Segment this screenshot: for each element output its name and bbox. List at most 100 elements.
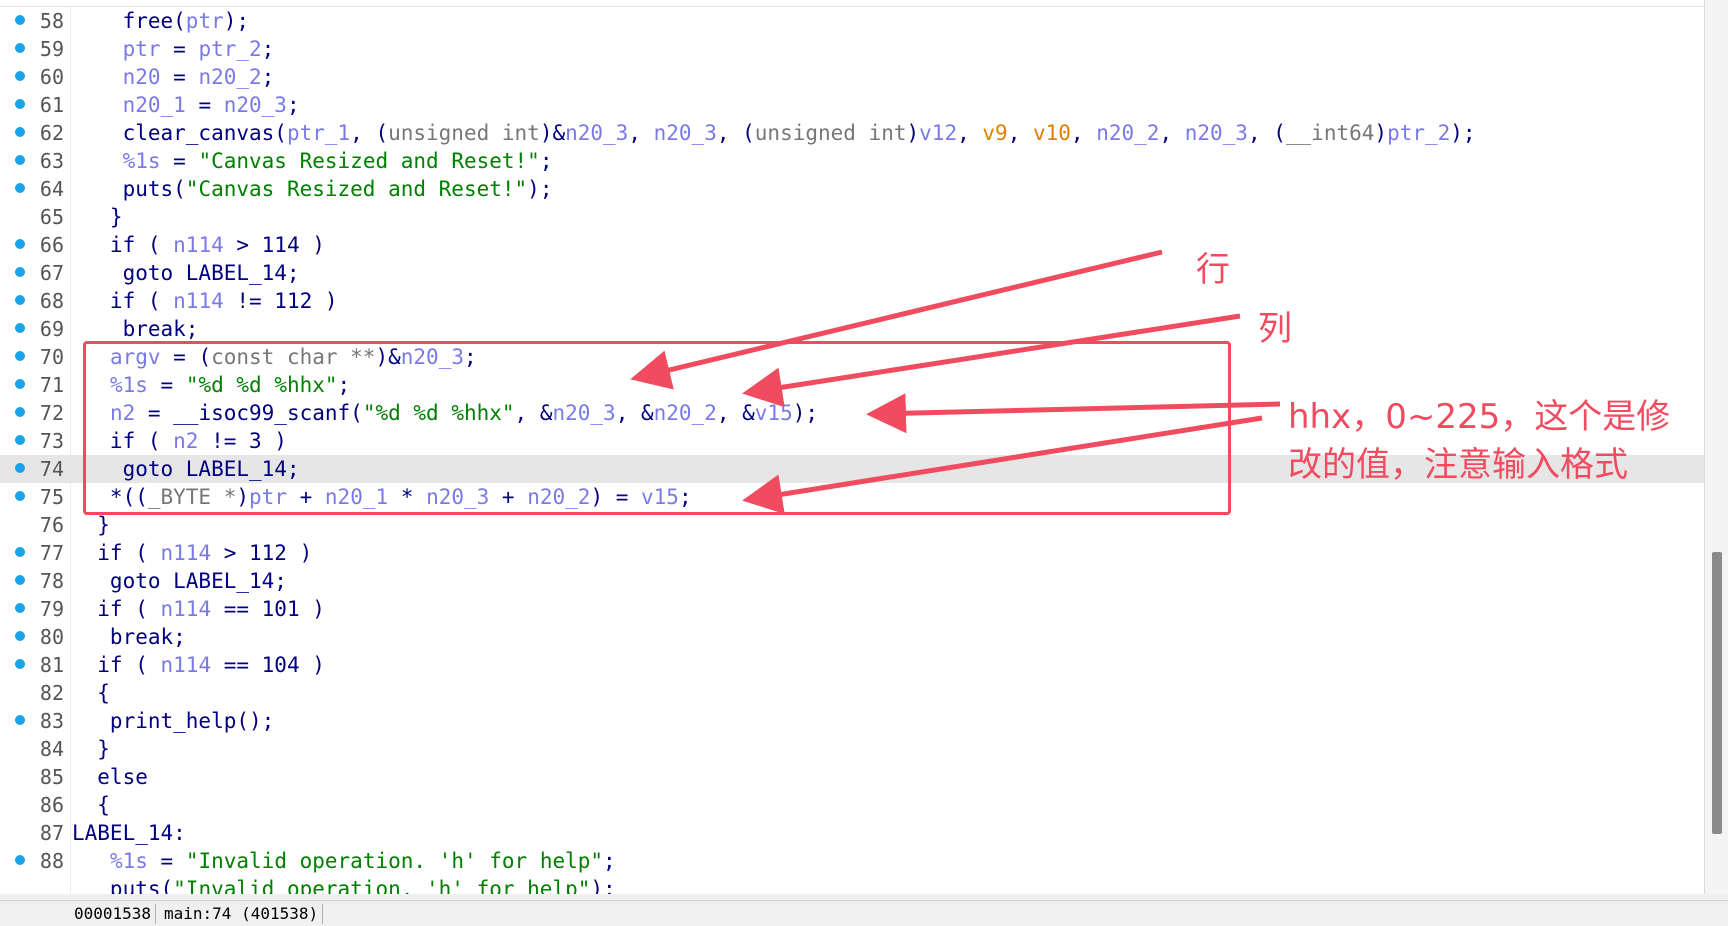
- code-text[interactable]: else: [72, 763, 148, 791]
- code-line[interactable]: 65 }: [0, 203, 1704, 231]
- code-text[interactable]: }: [72, 511, 110, 539]
- breakpoint-dot-icon[interactable]: [15, 407, 25, 417]
- code-line[interactable]: 81 if ( n114 == 104 ): [0, 651, 1704, 679]
- code-line[interactable]: 69 break;: [0, 315, 1704, 343]
- code-text[interactable]: clear_canvas(ptr_1, (unsigned int)&n20_3…: [72, 119, 1476, 147]
- code-token: else: [72, 765, 148, 789]
- code-text[interactable]: goto LABEL_14;: [72, 259, 300, 287]
- breakpoint-dot-icon[interactable]: [15, 295, 25, 305]
- code-line[interactable]: 85 else: [0, 763, 1704, 791]
- breakpoint-dot-icon[interactable]: [15, 267, 25, 277]
- code-line[interactable]: 82 {: [0, 679, 1704, 707]
- code-text[interactable]: }: [72, 735, 110, 763]
- code-token: {: [72, 681, 110, 705]
- breakpoint-dot-icon[interactable]: [15, 855, 25, 865]
- line-number: 82: [39, 681, 64, 705]
- code-token: %1s: [122, 149, 161, 173]
- code-text[interactable]: }: [72, 203, 123, 231]
- breakpoint-dot-icon[interactable]: [15, 239, 25, 249]
- line-number: 80: [39, 625, 64, 649]
- code-token: }: [72, 513, 110, 537]
- breakpoint-dot-icon[interactable]: [15, 71, 25, 81]
- breakpoint-dot-icon[interactable]: [15, 631, 25, 641]
- code-line[interactable]: 83 print_help();: [0, 707, 1704, 735]
- code-text[interactable]: {: [72, 679, 110, 707]
- code-line[interactable]: 67 goto LABEL_14;: [0, 259, 1704, 287]
- code-text[interactable]: puts("Canvas Resized and Reset!");: [72, 175, 553, 203]
- breakpoint-dot-icon[interactable]: [15, 15, 25, 25]
- code-line[interactable]: 63 %1s = "Canvas Resized and Reset!";: [0, 147, 1704, 175]
- breakpoint-dot-icon[interactable]: [15, 491, 25, 501]
- breakpoint-dot-icon[interactable]: [15, 99, 25, 109]
- code-token: n20: [122, 65, 161, 89]
- code-token: ptr: [185, 9, 224, 33]
- breakpoint-dot-icon[interactable]: [15, 351, 25, 361]
- breakpoint-dot-icon[interactable]: [15, 659, 25, 669]
- code-text[interactable]: n20 = n20_2;: [72, 63, 275, 91]
- code-text[interactable]: print_help();: [72, 707, 274, 735]
- code-token: ,: [1007, 121, 1033, 145]
- line-number: 72: [39, 401, 64, 425]
- code-line[interactable]: 88 %1s = "Invalid operation. 'h' for hel…: [0, 847, 1704, 875]
- code-token: =: [160, 37, 199, 61]
- code-text[interactable]: free(ptr);: [72, 7, 249, 35]
- code-line[interactable]: 84 }: [0, 735, 1704, 763]
- code-token: n20_3: [223, 93, 287, 117]
- breakpoint-dot-icon[interactable]: [15, 155, 25, 165]
- code-line[interactable]: 61 n20_1 = n20_3;: [0, 91, 1704, 119]
- breakpoint-dot-icon[interactable]: [15, 575, 25, 585]
- code-line[interactable]: 77 if ( n114 > 112 ): [0, 539, 1704, 567]
- code-line[interactable]: 62 clear_canvas(ptr_1, (unsigned int)&n2…: [0, 119, 1704, 147]
- code-line[interactable]: 79 if ( n114 == 101 ): [0, 595, 1704, 623]
- code-line[interactable]: 58 free(ptr);: [0, 7, 1704, 35]
- breakpoint-dot-icon[interactable]: [15, 127, 25, 137]
- code-text[interactable]: break;: [72, 315, 199, 343]
- breakpoint-dot-icon[interactable]: [15, 435, 25, 445]
- code-text[interactable]: n20_1 = n20_3;: [72, 91, 300, 119]
- code-line[interactable]: 68 if ( n114 != 112 ): [0, 287, 1704, 315]
- code-text[interactable]: ptr = ptr_2;: [72, 35, 275, 63]
- code-text[interactable]: {: [72, 791, 110, 819]
- breakpoint-dot-icon[interactable]: [15, 379, 25, 389]
- breakpoint-dot-icon[interactable]: [15, 183, 25, 193]
- code-line[interactable]: 86 {: [0, 791, 1704, 819]
- code-line[interactable]: 60 n20 = n20_2;: [0, 63, 1704, 91]
- code-text[interactable]: break;: [72, 623, 186, 651]
- code-text[interactable]: %1s = "Canvas Resized and Reset!";: [72, 147, 553, 175]
- code-token: ,: [1070, 121, 1097, 145]
- breakpoint-dot-icon[interactable]: [15, 715, 25, 725]
- code-line[interactable]: 78 goto LABEL_14;: [0, 567, 1704, 595]
- code-line[interactable]: 80 break;: [0, 623, 1704, 651]
- code-line[interactable]: 64 puts("Canvas Resized and Reset!");: [0, 175, 1704, 203]
- code-token: =: [160, 149, 199, 173]
- code-line[interactable]: 59 ptr = ptr_2;: [0, 35, 1704, 63]
- code-text[interactable]: if ( n114 > 114 ): [72, 231, 325, 259]
- code-text[interactable]: goto LABEL_14;: [72, 567, 287, 595]
- code-token: free(: [72, 9, 186, 33]
- breakpoint-dot-icon[interactable]: [15, 463, 25, 473]
- code-line[interactable]: 76 }: [0, 511, 1704, 539]
- code-text[interactable]: if ( n114 > 112 ): [72, 539, 312, 567]
- code-text[interactable]: LABEL_14:: [72, 819, 186, 847]
- breakpoint-dot-icon[interactable]: [15, 603, 25, 613]
- code-token: "Canvas Resized and Reset!": [198, 149, 540, 173]
- breakpoint-dot-icon[interactable]: [15, 43, 25, 53]
- breakpoint-dot-icon[interactable]: [15, 547, 25, 557]
- editor-top-edge: [0, 0, 1704, 7]
- code-line[interactable]: 87 LABEL_14:: [0, 819, 1704, 847]
- code-text[interactable]: if ( n114 != 112 ): [72, 287, 338, 315]
- code-text[interactable]: if ( n114 == 104 ): [72, 651, 325, 679]
- line-number: 67: [39, 261, 64, 285]
- line-number: 58: [39, 9, 64, 33]
- code-line[interactable]: 66 if ( n114 > 114 ): [0, 231, 1704, 259]
- breakpoint-dot-icon[interactable]: [15, 323, 25, 333]
- code-token: != 112 ): [223, 289, 338, 313]
- code-text[interactable]: %1s = "Invalid operation. 'h' for help";: [72, 847, 616, 875]
- code-token: puts(: [72, 177, 186, 201]
- scrollbar-thumb[interactable]: [1712, 552, 1722, 834]
- vertical-scrollbar[interactable]: [1704, 0, 1728, 894]
- line-number: 78: [39, 569, 64, 593]
- status-bar: 00001538 main:74 (401538): [0, 900, 1728, 926]
- code-text[interactable]: if ( n114 == 101 ): [72, 595, 325, 623]
